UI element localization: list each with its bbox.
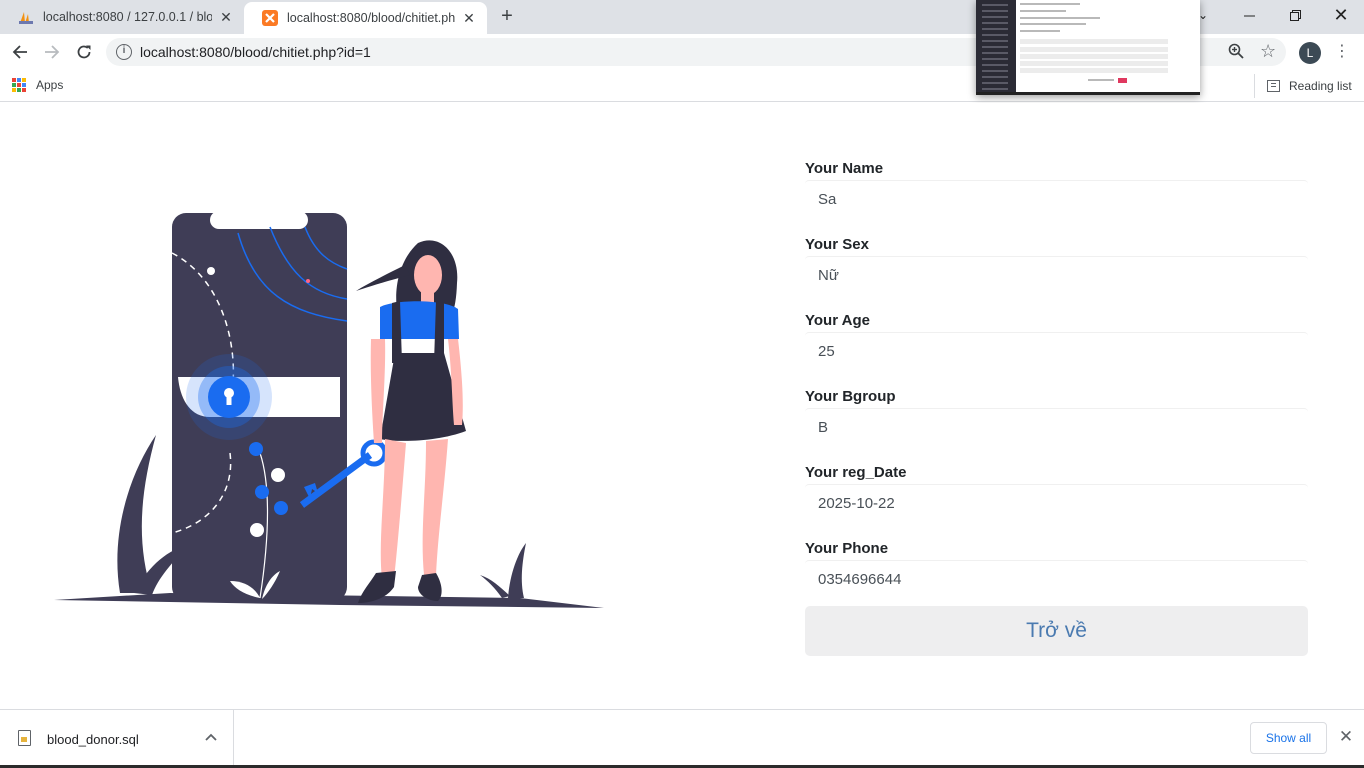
back-button[interactable]: Trở về (805, 606, 1308, 656)
show-all-button[interactable]: Show all (1250, 722, 1327, 754)
tab-close-icon[interactable]: ✕ (218, 9, 234, 25)
phone-field[interactable] (805, 560, 1308, 598)
tab-chitiet[interactable]: localhost:8080/blood/chitiet.php ✕ (244, 2, 487, 34)
apps-shortcut[interactable]: Apps (12, 78, 63, 92)
sex-field[interactable] (805, 256, 1308, 294)
window-close-icon[interactable]: ✕ (1318, 0, 1364, 30)
phpmyadmin-icon (18, 9, 34, 25)
new-tab-plus-icon[interactable]: + (497, 6, 517, 27)
reg-date-label: Your reg_Date (805, 464, 907, 481)
reading-list-label: Reading list (1289, 79, 1352, 93)
age-field[interactable] (805, 332, 1308, 370)
apps-label: Apps (36, 78, 64, 92)
page-content: Your Name Your Sex Your Age Your Bgroup … (0, 103, 1364, 709)
tab-close-icon[interactable]: ✕ (461, 10, 477, 26)
close-icon[interactable]: ✕ (1337, 728, 1355, 746)
bgroup-field[interactable] (805, 408, 1308, 446)
forward-arrow-icon[interactable] (38, 38, 66, 66)
reading-list-button[interactable]: Reading list (1254, 74, 1352, 98)
reload-icon[interactable] (70, 38, 98, 66)
back-arrow-icon[interactable] (6, 38, 34, 66)
age-label: Your Age (805, 312, 871, 329)
url-text: localhost:8080/blood/chitiet.php?id=1 (140, 44, 371, 60)
name-field[interactable] (805, 180, 1308, 218)
file-icon (18, 730, 31, 746)
reading-list-icon (1267, 80, 1280, 92)
name-label: Your Name (805, 160, 884, 177)
profile-avatar[interactable]: L (1299, 42, 1321, 64)
tab-title: localhost:8080/blood/chitiet.php (287, 11, 455, 25)
thumbnail-sidebar (976, 0, 1016, 92)
tab-title: localhost:8080 / 127.0.0.1 / blood (43, 10, 212, 24)
reg-date-field[interactable] (805, 484, 1308, 522)
tab-preview-thumbnail (976, 0, 1200, 95)
download-shelf: blood_donor.sql Show all ✕ (0, 709, 1364, 768)
bgroup-label: Your Bgroup (805, 388, 896, 405)
menu-kebab-icon[interactable]: ⋮ (1334, 41, 1350, 63)
bookmark-star-icon[interactable]: ☆ (1260, 41, 1276, 62)
download-file-name: blood_donor.sql (47, 732, 139, 747)
chevron-up-icon[interactable] (203, 729, 219, 745)
window-restore-icon[interactable] (1272, 0, 1318, 30)
donor-detail-form: Your Name Your Sex Your Age Your Bgroup … (805, 159, 1308, 656)
site-info-icon[interactable]: i (116, 44, 132, 60)
xampp-icon (262, 10, 278, 26)
zoom-icon[interactable] (1228, 43, 1244, 63)
sex-label: Your Sex (805, 236, 869, 253)
apps-grid-icon (12, 78, 26, 92)
unlock-illustration (54, 211, 604, 608)
window-minimize-icon[interactable] (1226, 0, 1272, 30)
download-item[interactable]: blood_donor.sql (0, 710, 234, 768)
phone-label: Your Phone (805, 540, 889, 557)
tab-phpmyadmin[interactable]: localhost:8080 / 127.0.0.1 / blood ✕ (0, 0, 244, 34)
